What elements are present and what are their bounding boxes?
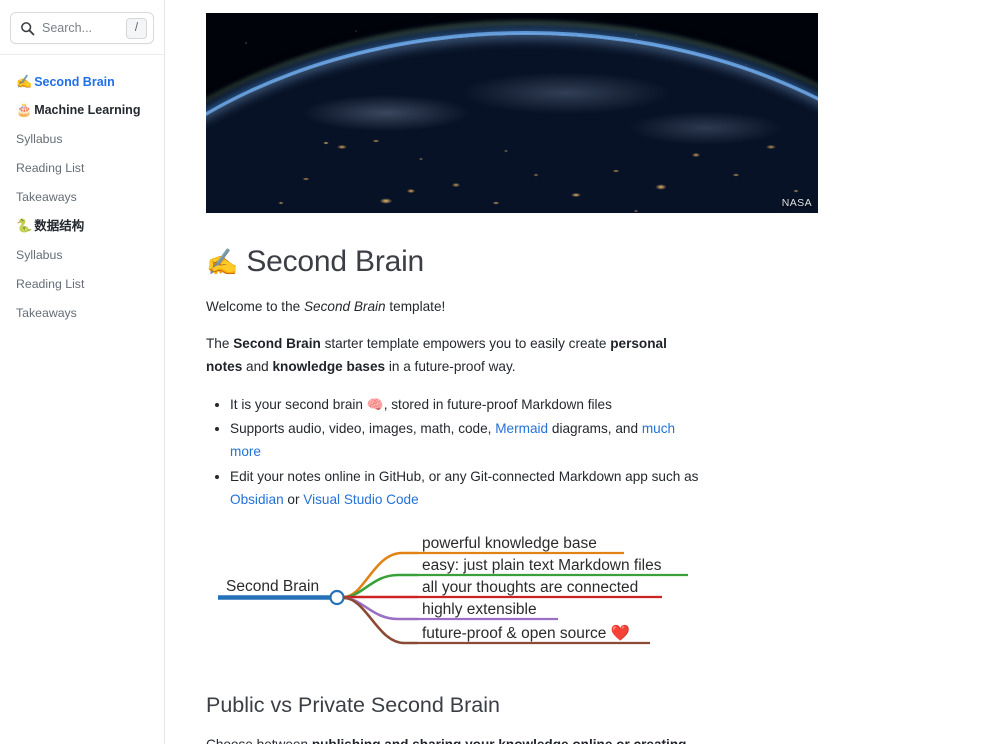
- intro-bold-3: knowledge bases: [272, 359, 386, 375]
- city-lights-layer: [206, 83, 818, 213]
- intro-paragraph: The Second Brain starter template empowe…: [206, 332, 696, 379]
- feature-list: It is your second brain 🧠, stored in fut…: [206, 393, 702, 512]
- choose-text-1: Choose between: [206, 737, 312, 744]
- sidebar-item-ds-syllabus[interactable]: Syllabus: [0, 241, 164, 270]
- mindmap-branch-label: highly extensible: [422, 601, 537, 618]
- inline-text: or: [283, 492, 304, 508]
- mindmap-branch-3: highly extensible: [343, 596, 558, 620]
- mindmap-branch-label: powerful knowledge base: [422, 535, 597, 552]
- search-box[interactable]: /: [10, 12, 154, 44]
- sidebar: / ✍️ Second Brain 🎂 Machine Learning Syl…: [0, 0, 165, 744]
- choose-paragraph: Choose between publishing and sharing yo…: [206, 733, 696, 744]
- page-title: ✍️ Second Brain: [206, 243, 992, 281]
- mindmap-branch-label: future-proof & open source ❤️: [422, 624, 631, 642]
- writing-hand-icon: ✍️: [16, 74, 33, 89]
- intro-text-4: in a future-proof way.: [385, 359, 516, 375]
- intro-bold-1: Second Brain: [233, 335, 321, 351]
- mindmap-branch-label: all your thoughts are connected: [422, 579, 638, 596]
- writing-hand-icon: ✍️: [206, 247, 239, 277]
- mindmap-branch-2: all your thoughts are connected: [344, 579, 662, 598]
- sidebar-item-ml-reading-list[interactable]: Reading List: [0, 154, 164, 183]
- python-snake-icon: 🐍: [16, 217, 33, 233]
- inline-text: diagrams, and: [548, 421, 642, 436]
- list-item: Edit your notes online in GitHub, or any…: [230, 465, 702, 512]
- inline-text: , stored in future-proof Markdown files: [383, 396, 612, 412]
- page-title-text: Second Brain: [246, 245, 425, 278]
- search-area: /: [0, 0, 164, 54]
- inline-link[interactable]: Mermaid: [495, 421, 548, 436]
- inline-text: It is your second brain: [230, 396, 367, 412]
- sidebar-item-label: Second Brain: [34, 75, 115, 89]
- inline-link[interactable]: Visual Studio Code: [303, 492, 418, 507]
- welcome-emphasis: Second Brain: [303, 298, 386, 314]
- inline-text: Supports audio, video, images, math, cod…: [230, 421, 496, 436]
- section-title-public-vs-private: Public vs Private Second Brain: [206, 692, 500, 717]
- cake-icon: 🎂: [16, 101, 33, 117]
- sidebar-nav: ✍️ Second Brain 🎂 Machine Learning Sylla…: [0, 55, 164, 329]
- search-input[interactable]: [42, 21, 126, 35]
- search-shortcut-badge: /: [126, 17, 147, 39]
- inline-link[interactable]: Obsidian: [230, 492, 284, 507]
- inline-text: Edit your notes online in GitHub, or any…: [230, 468, 699, 484]
- welcome-paragraph: Welcome to the Second Brain template!: [206, 295, 696, 318]
- sidebar-item-second-brain[interactable]: ✍️ Second Brain: [0, 69, 164, 97]
- mindmap-root-node[interactable]: [329, 589, 345, 605]
- main-content: NASA ✍️ Second Brain Welcome to the Seco…: [165, 0, 992, 744]
- list-item: It is your second brain 🧠, stored in fut…: [230, 393, 702, 416]
- search-icon: [21, 21, 35, 35]
- sidebar-item-data-structures[interactable]: 🐍 数据结构: [0, 213, 164, 241]
- app-root: / ✍️ Second Brain 🎂 Machine Learning Syl…: [0, 0, 992, 744]
- intro-text-2: starter template empowers you to easily …: [320, 335, 611, 351]
- sidebar-item-label: 数据结构: [34, 218, 85, 233]
- list-item: Supports audio, video, images, math, cod…: [230, 417, 702, 464]
- brain-icon: 🧠: [366, 396, 384, 412]
- sidebar-item-ml-takeaways[interactable]: Takeaways: [0, 183, 164, 212]
- hero-image: NASA: [206, 13, 818, 213]
- sidebar-item-machine-learning[interactable]: 🎂 Machine Learning: [0, 97, 164, 125]
- sidebar-item-ds-takeaways[interactable]: Takeaways: [0, 299, 164, 328]
- sidebar-item-ds-reading-list[interactable]: Reading List: [0, 270, 164, 299]
- welcome-pre: Welcome to the: [206, 298, 304, 314]
- sidebar-item-label: Machine Learning: [34, 102, 141, 117]
- intro-text-3: and: [242, 359, 273, 375]
- welcome-post: template!: [385, 298, 446, 314]
- mindmap-root-label: Second Brain: [226, 578, 319, 595]
- image-credit: NASA: [781, 197, 812, 209]
- mindmap-branch-label: easy: just plain text Markdown files: [422, 557, 662, 574]
- mindmap-diagram: Second Brain powerful knowledge base eas…: [218, 535, 688, 644]
- intro-text-1: The: [206, 335, 234, 351]
- sidebar-item-ml-syllabus[interactable]: Syllabus: [0, 125, 164, 154]
